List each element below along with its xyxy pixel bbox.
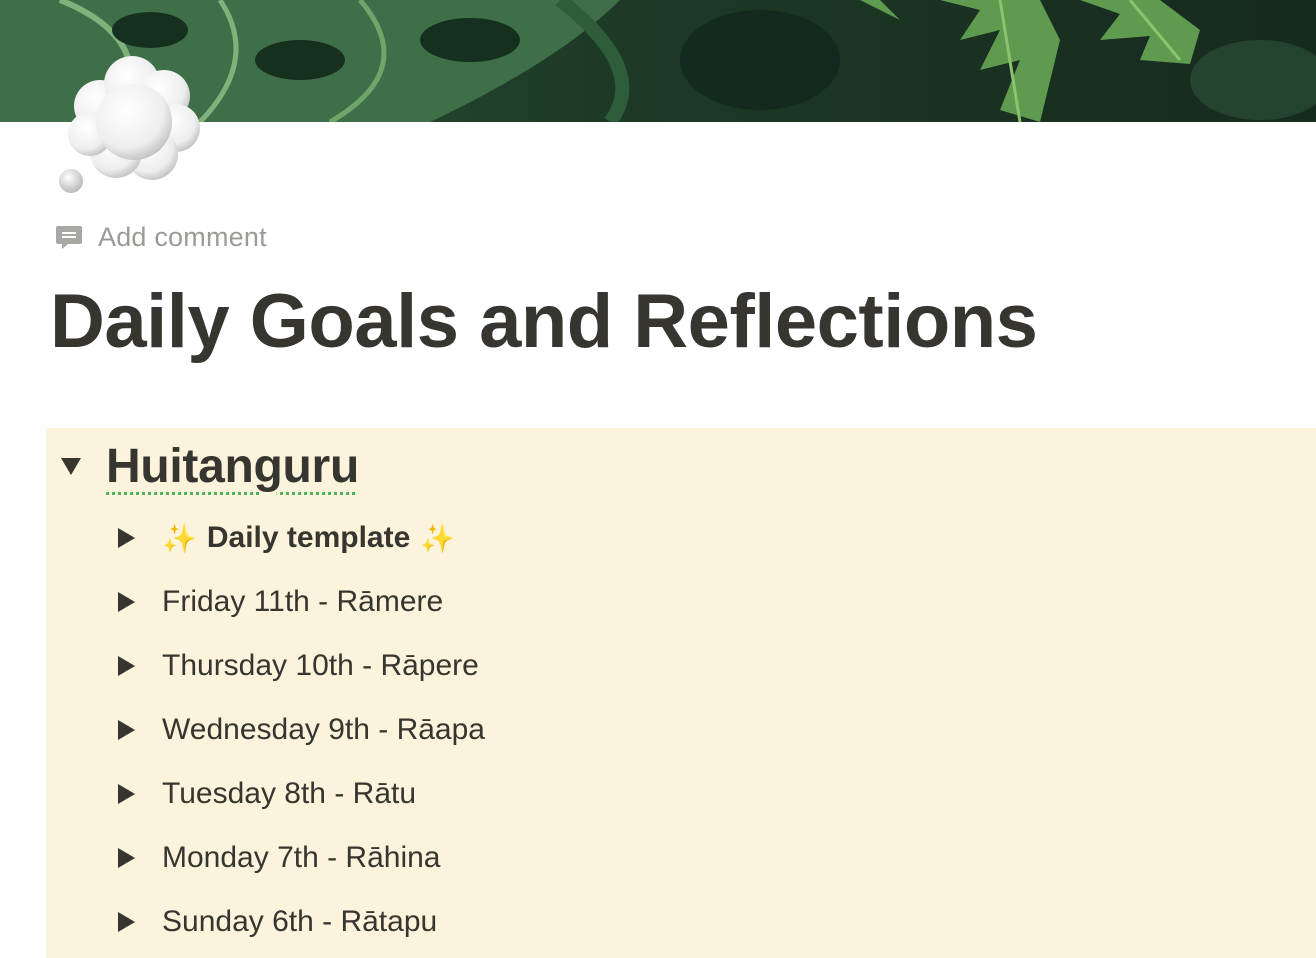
toggle-item-monday[interactable]: Monday 7th - Rāhina: [116, 826, 485, 890]
triangle-right-icon: [118, 720, 135, 740]
toggle-collapsed-arrow[interactable]: [116, 518, 162, 558]
toggle-item-label: Friday 11th - Rāmere: [162, 585, 444, 618]
add-comment-button[interactable]: Add comment: [54, 220, 267, 254]
add-comment-label: Add comment: [98, 221, 267, 252]
triangle-right-icon: [118, 912, 135, 932]
triangle-down-icon: [61, 458, 81, 475]
toggle-collapsed-arrow[interactable]: [116, 902, 162, 942]
toggle-collapsed-arrow[interactable]: [116, 710, 162, 750]
toggle-item-friday[interactable]: Friday 11th - Rāmere: [116, 570, 485, 634]
triangle-right-icon: [118, 784, 135, 804]
toggle-collapsed-arrow[interactable]: [116, 582, 162, 622]
triangle-right-icon: [118, 528, 135, 548]
triangle-right-icon: [118, 656, 135, 676]
toggle-item-thursday[interactable]: Thursday 10th - Rāpere: [116, 634, 485, 698]
thought-balloon-icon[interactable]: [52, 44, 208, 200]
toggle-item-wednesday[interactable]: Wednesday 9th - Rāapa: [116, 698, 485, 762]
callout-block: Huitanguru ✨ Daily template ✨ Friday 11t…: [46, 428, 1316, 958]
triangle-right-icon: [118, 848, 135, 868]
toggle-item-label: Thursday 10th - Rāpere: [162, 649, 479, 682]
toggle-item-label: Sunday 6th - Rātapu: [162, 905, 438, 938]
toggle-item-tuesday[interactable]: Tuesday 8th - Rātu: [116, 762, 485, 826]
toggle-item-daily-template[interactable]: ✨ Daily template ✨: [116, 506, 485, 570]
toggle-item-label: Tuesday 8th - Rātu: [162, 777, 417, 810]
toggle-heading-text[interactable]: Huitanguru: [106, 439, 359, 494]
toggle-heading-huitanguru: Huitanguru: [60, 438, 359, 494]
toggle-expanded-arrow[interactable]: [60, 443, 106, 489]
thought-balloon-icon-graphic: [59, 56, 200, 193]
toggle-list: ✨ Daily template ✨ Friday 11th - Rāmere …: [116, 506, 485, 954]
toggle-collapsed-arrow[interactable]: [116, 646, 162, 686]
triangle-right-icon: [118, 592, 135, 612]
page-title[interactable]: Daily Goals and Reflections: [50, 278, 1038, 365]
toggle-collapsed-arrow[interactable]: [116, 838, 162, 878]
toggle-item-label: Monday 7th - Rāhina: [162, 841, 441, 874]
toggle-item-sunday[interactable]: Sunday 6th - Rātapu: [116, 890, 485, 954]
sparkles-icon: ✨: [420, 522, 456, 554]
toggle-item-label: Daily template: [206, 521, 411, 554]
sparkles-icon: ✨: [162, 522, 197, 554]
toggle-collapsed-arrow[interactable]: [116, 774, 162, 814]
toggle-item-label: Wednesday 9th - Rāapa: [162, 713, 485, 746]
comment-icon: [56, 226, 82, 249]
